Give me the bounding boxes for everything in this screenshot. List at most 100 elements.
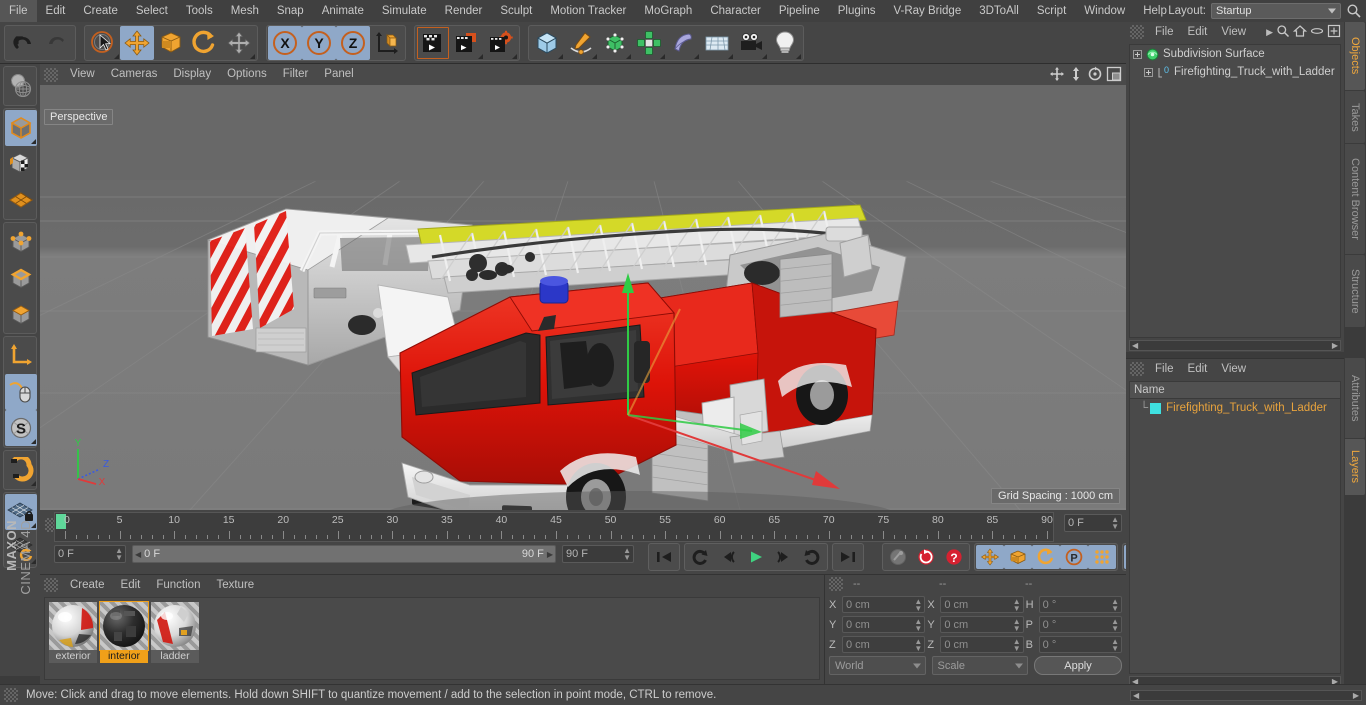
environment-button[interactable]	[700, 26, 734, 60]
material-menu-function[interactable]: Function	[148, 575, 208, 595]
next-frame-button[interactable]	[770, 545, 798, 569]
parameter-key-toggle[interactable]: P	[1060, 545, 1088, 569]
transform-mode-dropdown[interactable]: Scale	[931, 656, 1028, 675]
spinner-icon[interactable]: ▲ ▼	[1013, 617, 1021, 632]
snap-toggle-button[interactable]: S	[5, 410, 37, 446]
panel-grip-icon[interactable]	[1130, 25, 1144, 39]
scroll-left-arrow-icon[interactable]: ◀	[1130, 341, 1140, 350]
move-tool[interactable]	[120, 25, 154, 60]
orbit-view-icon[interactable]	[1087, 66, 1103, 85]
transform-tool[interactable]	[222, 26, 256, 60]
rotation-key-toggle[interactable]	[1032, 545, 1060, 569]
redo-button[interactable]	[40, 26, 74, 60]
workplane-mode-button[interactable]	[5, 182, 37, 218]
tab-content-browser[interactable]: Content Browser	[1345, 144, 1365, 254]
object-menu-file[interactable]: File	[1148, 22, 1181, 42]
play-button[interactable]	[742, 545, 770, 569]
material-menu-create[interactable]: Create	[62, 575, 113, 595]
menu-snap[interactable]: Snap	[268, 0, 313, 22]
material-menu-texture[interactable]: Texture	[208, 575, 262, 595]
viewport-3d-canvas[interactable]: Perspective Grid Spacing : 1000 cm Y Z X	[40, 85, 1126, 510]
current-frame-field[interactable]: 0 F ▲ ▼	[54, 545, 126, 563]
render-to-picture-viewer-button[interactable]	[450, 26, 484, 60]
preview-end-field[interactable]: 0 F ▲ ▼	[1064, 514, 1122, 532]
play-forward-loop-button[interactable]	[798, 545, 826, 569]
model-mode-button[interactable]	[5, 110, 37, 146]
search-icon[interactable]	[1346, 3, 1362, 19]
timeline-ruler[interactable]: 0 5 10 15 20 25 30 35 40 45 50 55 60 65 70 75 80 85 90	[54, 512, 1054, 542]
maximize-view-icon[interactable]	[1106, 66, 1122, 85]
x-axis-lock[interactable]: X	[268, 25, 302, 60]
point-level-animation-toggle[interactable]	[1088, 545, 1116, 569]
apply-button[interactable]: Apply	[1034, 656, 1122, 675]
menu-window[interactable]: Window	[1075, 0, 1134, 22]
add-spline-button[interactable]	[564, 26, 598, 60]
spinner-icon[interactable]: ▲ ▼	[1111, 617, 1119, 632]
spinner-icon[interactable]: ▲ ▼	[914, 637, 922, 652]
y-axis-lock[interactable]: Y	[302, 25, 336, 60]
material-item-ladder[interactable]: ladder	[151, 602, 199, 675]
play-backwards-loop-button[interactable]	[686, 545, 714, 569]
tab-objects[interactable]: Objects	[1345, 22, 1365, 90]
object-menu-edit[interactable]: Edit	[1181, 22, 1215, 42]
scroll-right-arrow-icon[interactable]: ▶	[1330, 341, 1340, 350]
panel-grip-icon[interactable]	[44, 67, 58, 82]
viewport-solo-button[interactable]	[5, 374, 37, 410]
menu-animate[interactable]: Animate	[313, 0, 373, 22]
home-icon[interactable]	[1292, 24, 1308, 41]
panel-grip-icon[interactable]	[829, 577, 843, 591]
spinner-icon[interactable]: ▲ ▼	[1111, 637, 1119, 652]
camera-button[interactable]	[734, 26, 768, 60]
bottom-hscrollbar[interactable]: ◀ ▶	[1130, 689, 1362, 701]
tab-layers[interactable]: Layers	[1345, 439, 1365, 495]
axis-mode-button[interactable]	[5, 338, 37, 374]
menu-3dtoall[interactable]: 3DToAll	[970, 0, 1028, 22]
panel-grip-icon[interactable]	[44, 578, 58, 592]
render-view-button[interactable]	[416, 26, 450, 60]
layer-menu-file[interactable]: File	[1148, 359, 1181, 379]
spinner-icon[interactable]: ▲ ▼	[1111, 516, 1119, 531]
rotation-h-field[interactable]: 0 ° ▲ ▼	[1038, 596, 1122, 613]
material-menu-edit[interactable]: Edit	[113, 575, 149, 595]
menu-tools[interactable]: Tools	[177, 0, 222, 22]
light-button[interactable]	[768, 26, 802, 60]
render-settings-button[interactable]	[484, 26, 518, 60]
coordinate-system-dropdown[interactable]: World	[829, 656, 926, 675]
deformer-button[interactable]	[666, 26, 700, 60]
spinner-icon[interactable]: ▲ ▼	[914, 617, 922, 632]
menu-vray-bridge[interactable]: V-Ray Bridge	[884, 0, 970, 22]
menu-character[interactable]: Character	[701, 0, 770, 22]
rotate-tool[interactable]	[188, 26, 222, 60]
position-z-field[interactable]: 0 cm ▲ ▼	[842, 636, 926, 653]
size-z-field[interactable]: 0 cm ▲ ▼	[940, 636, 1024, 653]
nurbs-generator-button[interactable]	[598, 26, 632, 60]
go-to-start-button[interactable]	[650, 545, 678, 569]
scale-key-toggle[interactable]	[1004, 545, 1032, 569]
tab-structure[interactable]: Structure	[1345, 255, 1365, 327]
menu-simulate[interactable]: Simulate	[373, 0, 436, 22]
make-editable-button[interactable]	[5, 68, 37, 104]
menu-mograph[interactable]: MoGraph	[635, 0, 701, 22]
timeline-range-scrollbar[interactable]: ◀ 0 F 90 F ▶	[132, 545, 556, 563]
tab-takes[interactable]: Takes	[1345, 91, 1365, 143]
z-axis-lock[interactable]: Z	[336, 25, 370, 60]
go-to-end-button[interactable]	[834, 545, 862, 569]
live-selection-tool[interactable]	[86, 26, 120, 60]
polygon-mode-button[interactable]	[5, 296, 37, 332]
undo-button[interactable]	[6, 26, 40, 60]
keyframe-selection-button[interactable]: ?	[940, 545, 968, 569]
array-modeling-button[interactable]	[632, 26, 666, 60]
menu-edit[interactable]: Edit	[37, 0, 75, 22]
object-tree[interactable]: Subdivision Surface 0 Firefighting_Truck…	[1129, 44, 1341, 338]
dolly-view-icon[interactable]	[1068, 66, 1084, 85]
spinner-icon[interactable]: ▲ ▼	[1111, 597, 1119, 612]
spinner-icon[interactable]: ▲ ▼	[914, 597, 922, 612]
viewport-menu-options[interactable]: Options	[219, 64, 275, 85]
panel-grip-icon[interactable]	[4, 688, 18, 702]
position-y-field[interactable]: 0 cm ▲ ▼	[842, 616, 926, 633]
object-tree-row-subdivision-surface[interactable]: Subdivision Surface	[1130, 45, 1340, 63]
ellipse-icon[interactable]	[1310, 24, 1324, 41]
record-active-objects-button[interactable]	[884, 545, 912, 569]
scroll-right-arrow-icon[interactable]: ▶	[1351, 691, 1361, 700]
material-item-exterior[interactable]: exterior	[49, 602, 97, 675]
